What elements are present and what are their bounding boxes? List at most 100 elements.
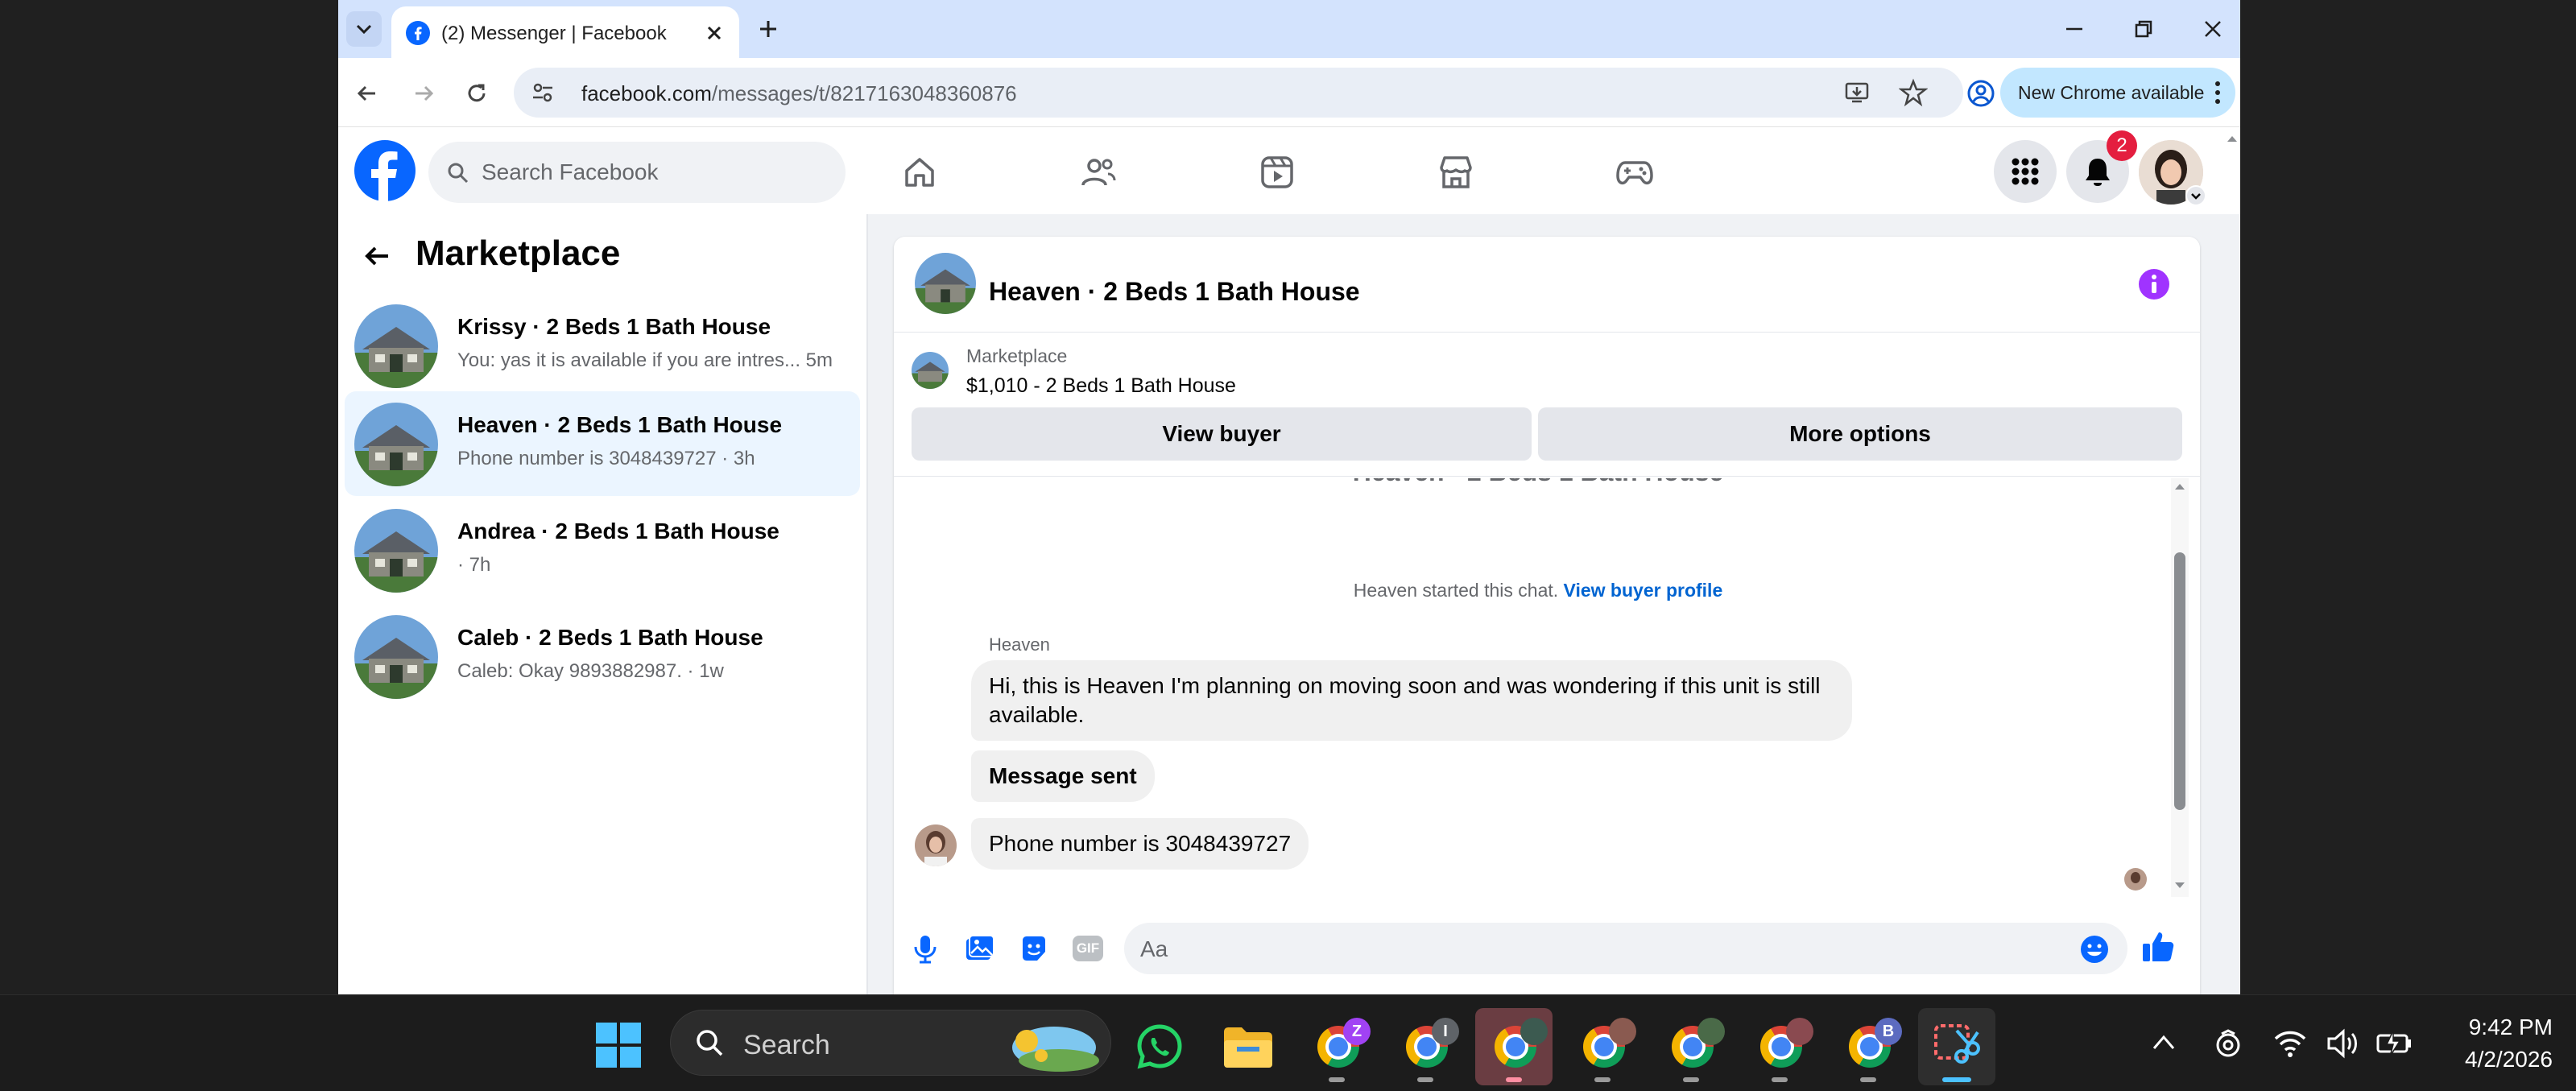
facebook-logo-icon[interactable] <box>354 140 416 201</box>
running-indicator <box>1860 1077 1876 1082</box>
new-chrome-available-button[interactable]: New Chrome available <box>2000 68 2235 118</box>
conversation-preview: You: yas it is available if you are intr… <box>457 349 833 371</box>
battery-charging-icon[interactable] <box>2375 1029 2414 1058</box>
emoji-icon[interactable] <box>2079 934 2110 965</box>
message-bubble[interactable]: Message sent <box>971 750 1155 802</box>
taskbar-file-explorer[interactable] <box>1209 1008 1287 1085</box>
listing-thumbnail <box>912 352 949 389</box>
scroll-up-icon[interactable] <box>2173 481 2186 491</box>
taskbar-search[interactable]: Search <box>670 1010 1111 1076</box>
gif-button[interactable]: GIF <box>1073 936 1103 961</box>
running-indicator <box>1329 1077 1345 1082</box>
chat-pane: Heaven · 2 Beds 1 Bath House Marketplace… <box>868 214 2240 994</box>
address-bar[interactable]: facebook.com/messages/t/8217163048360876 <box>514 68 1963 118</box>
house-photo-icon <box>354 403 438 486</box>
conversation-name: Krissy · 2 Beds 1 Bath House <box>457 314 771 339</box>
video-icon[interactable] <box>1258 153 1296 192</box>
scrollbar-thumb[interactable] <box>2174 552 2185 810</box>
home-icon[interactable] <box>900 153 939 192</box>
thumbs-up-icon[interactable] <box>2140 929 2176 965</box>
gaming-icon[interactable] <box>1615 153 1654 192</box>
taskbar-chrome-6[interactable] <box>1741 1008 1818 1085</box>
search-highlight-icon <box>1012 1027 1099 1072</box>
windows-start-icon[interactable] <box>594 1021 643 1069</box>
taskbar-chrome-5[interactable] <box>1652 1008 1730 1085</box>
photo-attach-icon[interactable] <box>963 932 995 965</box>
taskbar-chrome-3-active[interactable] <box>1475 1008 1553 1085</box>
reload-icon[interactable] <box>461 77 493 110</box>
back-arrow-icon[interactable] <box>351 77 383 110</box>
conversation-item-caleb[interactable]: Caleb · 2 Beds 1 Bath House Caleb: Okay … <box>345 604 860 709</box>
wifi-icon[interactable] <box>2272 1027 2308 1060</box>
conversation-item-krissy[interactable]: Krissy · 2 Beds 1 Bath House You: yas it… <box>345 293 860 398</box>
show-hidden-icons-chevron-icon[interactable] <box>2150 1031 2177 1055</box>
friends-icon[interactable] <box>1079 153 1118 192</box>
message-bubble[interactable]: Phone number is 3048439727 <box>971 818 1309 870</box>
url-text: facebook.com/messages/t/8217163048360876 <box>581 81 1017 105</box>
taskbar-whatsapp[interactable] <box>1121 1008 1198 1085</box>
chat-header-avatar[interactable] <box>915 253 976 314</box>
microphone-icon[interactable] <box>910 932 941 965</box>
conversation-item-heaven[interactable]: Heaven · 2 Beds 1 Bath House Phone numbe… <box>345 391 860 496</box>
thread-listing-title: Heaven · 2 Beds 1 Bath House <box>894 478 2182 487</box>
forward-arrow-icon[interactable] <box>407 77 440 110</box>
message-bubble[interactable]: Hi, this is Heaven I'm planning on movin… <box>971 660 1852 741</box>
kebab-menu-icon[interactable] <box>2213 80 2222 105</box>
sticker-icon[interactable] <box>1018 932 1050 965</box>
marketplace-icon[interactable] <box>1437 153 1475 192</box>
back-arrow-icon[interactable] <box>359 238 395 274</box>
running-indicator <box>1594 1077 1611 1082</box>
marketplace-title: Marketplace <box>416 233 621 273</box>
account-menu-chevron[interactable] <box>2185 185 2206 206</box>
chat-started-notice: Heaven started this chat. View buyer pro… <box>1353 580 1723 601</box>
bookmark-star-icon[interactable] <box>1899 78 1928 107</box>
site-settings-icon[interactable] <box>528 78 557 107</box>
close-tab-icon[interactable] <box>704 23 725 43</box>
chrome-profile-badge: Z <box>1343 1018 1371 1045</box>
chat-header-title[interactable]: Heaven · 2 Beds 1 Bath House <box>989 277 1360 307</box>
tab-strip: (2) Messenger | Facebook <box>338 0 2240 58</box>
browser-window: (2) Messenger | Facebook facebook.com/me… <box>338 0 2240 994</box>
restore-icon[interactable] <box>2131 16 2156 42</box>
view-buyer-profile-link[interactable]: View buyer profile <box>1564 580 1723 601</box>
listing-thumbnail <box>354 304 438 388</box>
listing-thumbnail <box>354 403 438 486</box>
facebook-search-input[interactable]: Search Facebook <box>428 142 846 203</box>
clock-time: 9:42 PM <box>2468 1015 2553 1039</box>
taskbar-chrome-1[interactable]: Z <box>1298 1008 1375 1085</box>
info-icon[interactable] <box>2137 267 2171 301</box>
profile-icon[interactable] <box>1965 77 1997 110</box>
tab-messenger[interactable]: (2) Messenger | Facebook <box>391 6 739 58</box>
listing-thumbnail <box>354 509 438 593</box>
taskbar-chrome-2[interactable]: I <box>1387 1008 1464 1085</box>
listing-price-title[interactable]: $1,010 - 2 Beds 1 Bath House <box>966 374 1236 398</box>
taskbar-chrome-7[interactable]: B <box>1830 1008 1907 1085</box>
conversation-name: Heaven · 2 Beds 1 Bath House <box>457 412 783 437</box>
chrome-profile-avatar-icon <box>1786 1018 1813 1045</box>
view-buyer-button[interactable]: View buyer <box>912 407 1532 461</box>
conversation-item-andrea[interactable]: Andrea · 2 Beds 1 Bath House · 7h <box>345 498 860 602</box>
more-options-button[interactable]: More options <box>1538 407 2182 461</box>
page-scroll-up-icon[interactable] <box>2226 134 2239 143</box>
close-window-icon[interactable] <box>2200 16 2226 42</box>
message-thread[interactable]: Heaven · 2 Beds 1 Bath House Heaven star… <box>894 478 2200 897</box>
new-tab-icon[interactable] <box>755 16 781 42</box>
menu-grid-button[interactable] <box>1994 140 2057 203</box>
system-clock[interactable]: 9:42 PM 4/2/2026 <box>2424 1011 2553 1076</box>
taskbar-snipping-tool[interactable] <box>1918 1008 1995 1085</box>
scroll-down-icon[interactable] <box>2173 881 2186 891</box>
taskbar-search-placeholder: Search <box>743 1030 830 1060</box>
message-input[interactable]: Aa <box>1124 923 2127 974</box>
conversation-preview: · 7h <box>457 554 491 576</box>
volume-icon[interactable] <box>2326 1027 2361 1060</box>
marketplace-label: Marketplace <box>966 345 1068 366</box>
tab-search-button[interactable] <box>346 11 382 47</box>
taskbar-chrome-4[interactable] <box>1564 1008 1641 1085</box>
notifications-button[interactable]: 2 <box>2066 130 2137 203</box>
install-app-icon[interactable] <box>1842 78 1871 107</box>
scrollbar[interactable] <box>2171 478 2189 897</box>
location-icon[interactable] <box>2213 1027 2243 1060</box>
minimize-icon[interactable] <box>2061 16 2087 42</box>
facebook-header: Search Facebook 2 <box>338 127 2240 214</box>
sender-avatar[interactable] <box>915 824 957 866</box>
